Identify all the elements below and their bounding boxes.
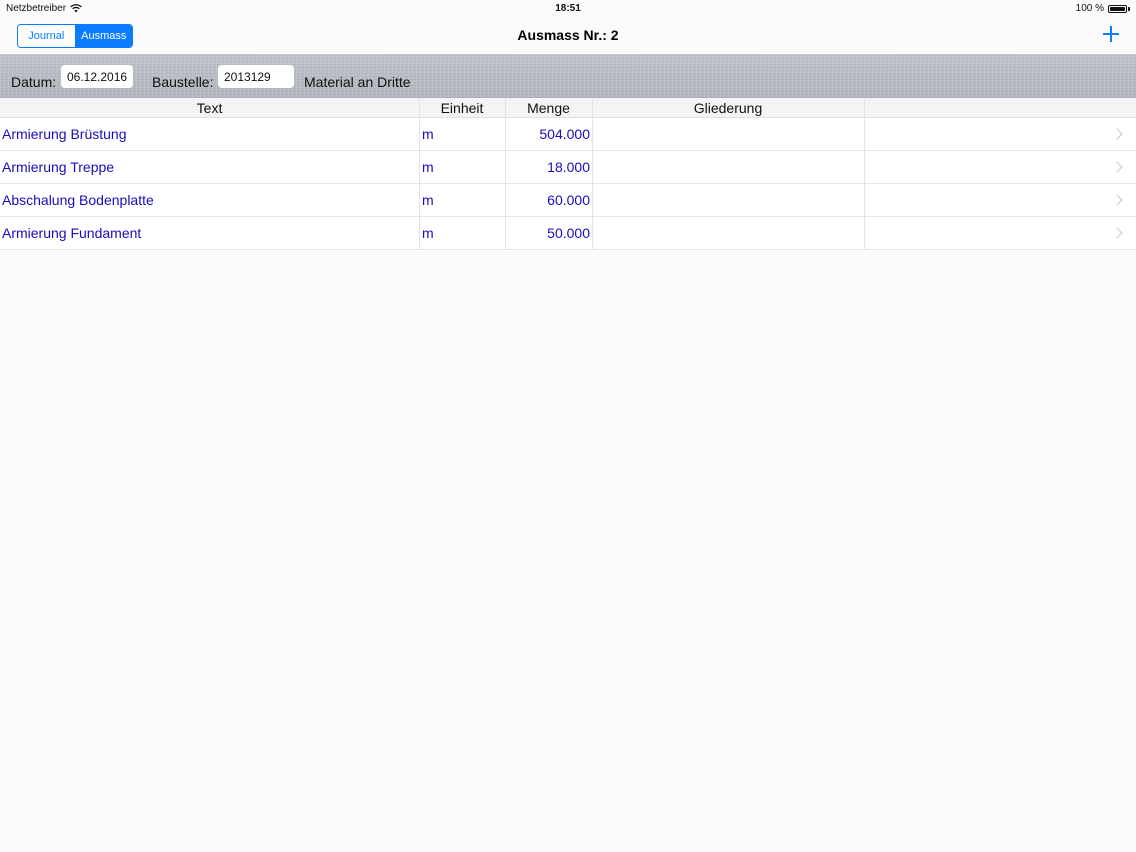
battery-icon	[1108, 4, 1130, 13]
table-header: Text Einheit Menge Gliederung	[0, 98, 1136, 118]
cell-gliederung	[594, 151, 862, 184]
cell-text: Armierung Brüstung	[2, 126, 127, 142]
cell-einheit: m	[422, 225, 434, 241]
add-button[interactable]	[1102, 25, 1120, 43]
chevron-right-icon	[1111, 194, 1123, 206]
table-row[interactable]: Armierung Brüstung m 504.000	[0, 118, 1136, 151]
table-row[interactable]: Armierung Treppe m 18.000	[0, 151, 1136, 184]
header-info-bar: Datum: 06.12.2016 Baustelle: 2013129 Mat…	[0, 54, 1136, 98]
datum-label: Datum:	[11, 74, 57, 90]
cell-menge: 50.000	[547, 225, 590, 241]
status-bar: Netzbetreiber 18:51 100 %	[0, 0, 1136, 18]
material-label: Material an Dritte	[304, 74, 411, 90]
column-header-gliederung[interactable]: Gliederung	[592, 98, 864, 118]
battery-percentage: 100 %	[1075, 3, 1104, 14]
cell-text: Armierung Treppe	[2, 159, 115, 175]
battery-status: 100 %	[1076, 3, 1130, 14]
column-header-menge[interactable]: Menge	[505, 98, 592, 118]
baustelle-field[interactable]: 2013129	[218, 65, 294, 88]
datum-field[interactable]: 06.12.2016	[61, 65, 133, 88]
cell-text: Abschalung Bodenplatte	[2, 192, 154, 208]
column-header-text[interactable]: Text	[0, 98, 419, 118]
cell-gliederung	[594, 184, 862, 217]
table-row[interactable]: Abschalung Bodenplatte m 60.000	[0, 184, 1136, 217]
cell-menge: 18.000	[547, 159, 590, 175]
cell-menge: 60.000	[547, 192, 590, 208]
navigation-bar: Journal Ausmass Ausmass Nr.: 2	[0, 18, 1136, 54]
column-header-einheit[interactable]: Einheit	[419, 98, 505, 118]
cell-gliederung	[594, 217, 862, 250]
cell-text: Armierung Fundament	[2, 225, 142, 241]
page-title: Ausmass Nr.: 2	[517, 27, 619, 43]
chevron-right-icon	[1111, 161, 1123, 173]
baustelle-label: Baustelle:	[152, 74, 214, 90]
cell-menge: 504.000	[539, 126, 590, 142]
clock: 18:51	[555, 3, 581, 14]
table-row[interactable]: Armierung Fundament m 50.000	[0, 217, 1136, 250]
chevron-right-icon	[1111, 128, 1123, 140]
cell-einheit: m	[422, 126, 434, 142]
cell-einheit: m	[422, 192, 434, 208]
chevron-right-icon	[1111, 227, 1123, 239]
cell-einheit: m	[422, 159, 434, 175]
cell-gliederung	[594, 118, 862, 151]
ausmass-table: Text Einheit Menge Gliederung Armierung …	[0, 98, 1136, 250]
